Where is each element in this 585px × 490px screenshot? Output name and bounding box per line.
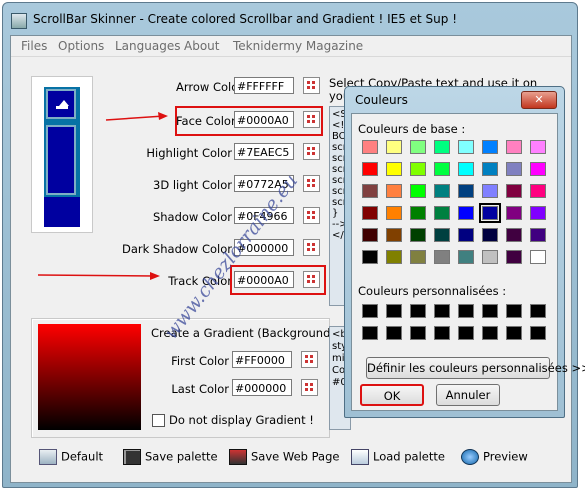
custom-colors-grid — [362, 304, 552, 344]
color-swatch[interactable] — [506, 162, 522, 176]
color-swatch[interactable] — [530, 140, 546, 154]
arrowhead — [150, 272, 160, 280]
color-swatch[interactable] — [530, 184, 546, 198]
color-swatch[interactable] — [410, 140, 426, 154]
color-swatch[interactable] — [506, 228, 522, 242]
color-swatch[interactable] — [458, 228, 474, 242]
color-swatch[interactable] — [458, 326, 474, 340]
color-swatch[interactable] — [506, 140, 522, 154]
color-swatch[interactable] — [410, 162, 426, 176]
color-swatch[interactable] — [530, 304, 546, 318]
color-swatch[interactable] — [530, 228, 546, 242]
color-swatch[interactable] — [530, 250, 546, 264]
color-swatch[interactable] — [482, 250, 498, 264]
color-swatch[interactable] — [386, 228, 402, 242]
color-swatch[interactable] — [482, 162, 498, 176]
arrow-to-face-color — [105, 115, 165, 121]
color-swatch[interactable] — [410, 228, 426, 242]
color-swatch[interactable] — [410, 250, 426, 264]
color-swatch[interactable] — [434, 326, 450, 340]
close-icon[interactable]: ✕ — [521, 91, 557, 109]
color-swatch[interactable] — [362, 250, 378, 264]
color-swatch[interactable] — [386, 140, 402, 154]
color-swatch[interactable] — [386, 162, 402, 176]
color-swatch[interactable] — [386, 206, 402, 220]
basic-colors-grid — [362, 140, 552, 270]
color-swatch[interactable] — [482, 184, 498, 198]
color-swatch[interactable] — [506, 304, 522, 318]
color-swatch[interactable] — [458, 250, 474, 264]
dialog-client: Couleurs de base : Couleurs personnalisé… — [351, 113, 585, 411]
color-swatch[interactable] — [482, 304, 498, 318]
color-swatch[interactable] — [434, 228, 450, 242]
color-swatch[interactable] — [530, 326, 546, 340]
color-swatch[interactable] — [506, 250, 522, 264]
color-swatch[interactable] — [362, 326, 378, 340]
color-swatch[interactable] — [434, 206, 450, 220]
cancel-button[interactable]: Annuler — [436, 384, 500, 406]
color-swatch[interactable] — [530, 162, 546, 176]
color-swatch[interactable] — [434, 304, 450, 318]
arrowhead — [158, 112, 168, 120]
arrow-to-track-color — [37, 274, 155, 277]
color-swatch[interactable] — [458, 162, 474, 176]
color-swatch[interactable] — [434, 140, 450, 154]
color-swatch[interactable] — [362, 184, 378, 198]
color-swatch[interactable] — [362, 304, 378, 318]
color-swatch[interactable] — [386, 304, 402, 318]
color-swatch[interactable] — [362, 228, 378, 242]
color-swatch[interactable] — [386, 250, 402, 264]
color-swatch[interactable] — [482, 326, 498, 340]
color-swatch[interactable] — [410, 304, 426, 318]
basic-colors-label: Couleurs de base : — [358, 122, 466, 136]
color-swatch[interactable] — [362, 206, 378, 220]
dialog-title: Couleurs — [355, 93, 408, 107]
color-swatch[interactable] — [362, 140, 378, 154]
color-swatch[interactable] — [482, 140, 498, 154]
color-swatch[interactable] — [506, 206, 522, 220]
color-swatch[interactable] — [482, 228, 498, 242]
define-custom-colors-button[interactable]: Définir les couleurs personnalisées >> — [366, 357, 585, 379]
color-dialog: Couleurs ✕ Couleurs de base : Couleurs p… — [344, 86, 585, 418]
color-swatch[interactable] — [434, 250, 450, 264]
color-swatch[interactable] — [434, 184, 450, 198]
color-swatch[interactable] — [530, 206, 546, 220]
color-swatch[interactable] — [479, 203, 501, 223]
color-swatch[interactable] — [362, 162, 378, 176]
color-swatch[interactable] — [458, 184, 474, 198]
color-swatch[interactable] — [410, 206, 426, 220]
color-swatch[interactable] — [506, 184, 522, 198]
color-swatch[interactable] — [386, 184, 402, 198]
color-swatch[interactable] — [506, 326, 522, 340]
color-swatch[interactable] — [434, 162, 450, 176]
color-swatch[interactable] — [386, 326, 402, 340]
color-swatch[interactable] — [458, 304, 474, 318]
ok-button[interactable]: OK — [360, 384, 424, 406]
color-swatch[interactable] — [458, 140, 474, 154]
color-swatch[interactable] — [410, 326, 426, 340]
color-swatch[interactable] — [410, 184, 426, 198]
custom-colors-label: Couleurs personnalisées : — [358, 284, 507, 298]
color-swatch[interactable] — [458, 206, 474, 220]
